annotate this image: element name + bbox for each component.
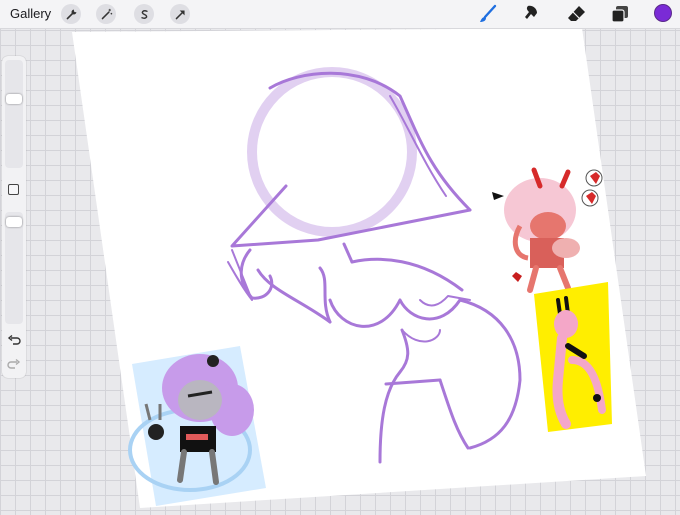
brush-size-slider[interactable] xyxy=(5,60,23,168)
selection-button[interactable] xyxy=(134,4,154,24)
layers-button[interactable] xyxy=(610,4,630,24)
undo-icon xyxy=(7,334,21,345)
redo-icon xyxy=(7,358,21,369)
eraser-icon xyxy=(568,6,585,21)
top-toolbar: Gallery xyxy=(0,0,680,29)
wrench-icon xyxy=(66,9,76,19)
gallery-button[interactable]: Gallery xyxy=(10,6,51,21)
smudge-tool-button[interactable] xyxy=(522,4,542,24)
opacity-handle[interactable] xyxy=(6,217,22,228)
undo-button[interactable] xyxy=(7,334,21,348)
magic-wand-icon xyxy=(101,8,112,19)
color-picker-button[interactable] xyxy=(654,4,672,22)
layers-icon xyxy=(611,6,628,23)
brush-icon xyxy=(480,4,497,22)
brush-tool-button[interactable] xyxy=(478,4,498,24)
left-sidebar xyxy=(2,56,26,378)
drawing-canvas[interactable] xyxy=(0,0,680,510)
actions-wrench-button[interactable] xyxy=(61,4,81,24)
eraser-tool-button[interactable] xyxy=(566,4,586,24)
selection-s-icon xyxy=(140,9,148,19)
modify-button[interactable] xyxy=(8,184,19,195)
transform-arrow-icon xyxy=(175,9,185,19)
redo-button[interactable] xyxy=(7,358,21,372)
transform-button[interactable] xyxy=(170,4,190,24)
opacity-slider[interactable] xyxy=(5,212,23,324)
adjustments-wand-button[interactable] xyxy=(96,4,116,24)
canvas-area[interactable] xyxy=(0,0,680,510)
smudge-icon xyxy=(525,5,537,19)
brush-size-handle[interactable] xyxy=(6,94,22,105)
